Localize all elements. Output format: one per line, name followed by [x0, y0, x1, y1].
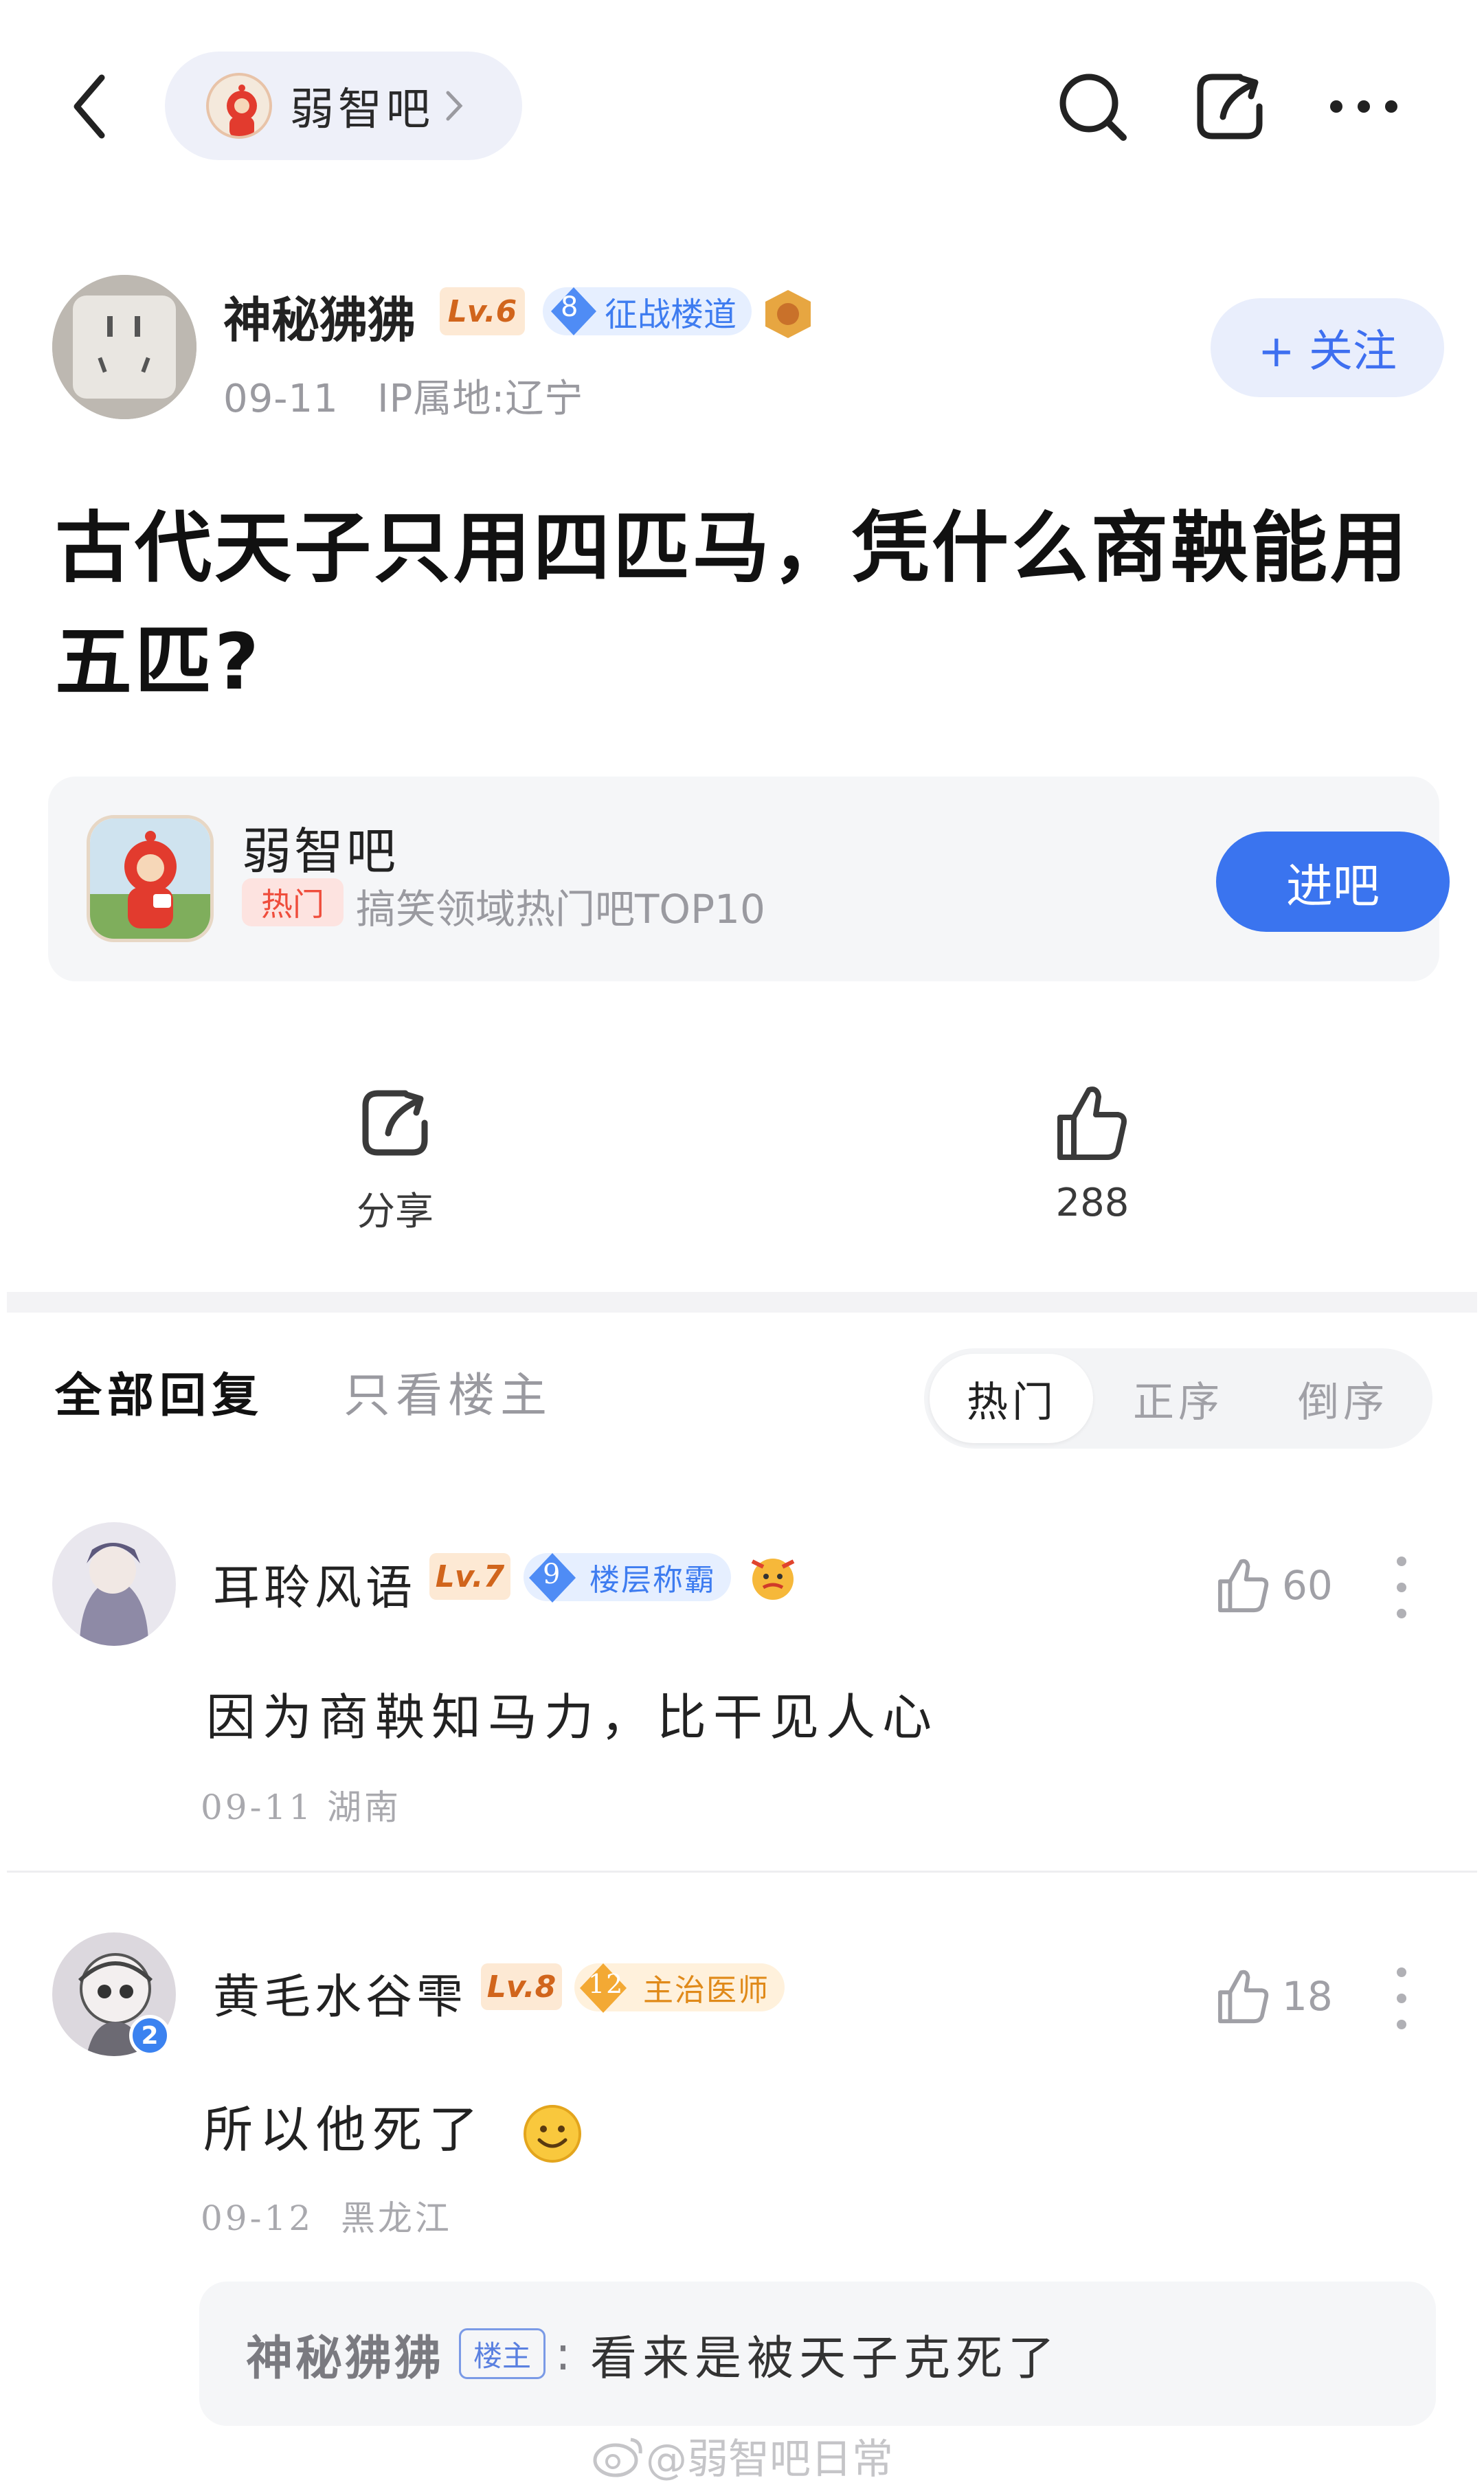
weibo-logo-icon — [593, 2438, 642, 2477]
share-icon — [362, 1090, 428, 1156]
sub-reply-colon: : — [555, 2326, 571, 2381]
forum-avatar-small — [206, 73, 272, 139]
watermark-text: @弱智吧日常 — [646, 2435, 893, 2484]
sub-reply[interactable]: 神秘狒狒 楼主 : 看来是被天子克死了 — [199, 2282, 1436, 2426]
like-action[interactable]: 288 — [1003, 1079, 1182, 1225]
comment-meta: 09-11 湖南 — [201, 1780, 401, 1829]
share-action[interactable]: 分享 — [306, 1079, 484, 1236]
comment-meta: 09-12 黑龙江 — [201, 2191, 452, 2240]
comment-text: 因为商鞅知马力，比干见人心 — [206, 1688, 939, 1746]
tab-all-replies[interactable]: 全部回复 — [55, 1357, 264, 1425]
back-button[interactable] — [62, 65, 117, 148]
post-title: 古代天子只用四匹马，凭什么商鞅能用五匹? — [55, 504, 1410, 707]
comment-like-count: 60 — [1282, 1562, 1333, 1609]
forum-card[interactable]: 弱智吧 热门 搞笑领域热门吧TOP10 进吧 — [48, 777, 1450, 981]
post-date: 09-11 — [223, 377, 339, 421]
comment-text: 所以他死了 — [203, 2089, 583, 2165]
ip-location: IP属地:辽宁 — [377, 377, 584, 421]
search-button[interactable] — [1051, 65, 1134, 148]
forum-name: 弱智吧 — [290, 85, 434, 135]
author-level-badge: Lv.6 — [440, 287, 525, 335]
avatar-badge: 2 — [129, 2015, 170, 2056]
author-title-num: 8 — [561, 291, 578, 323]
comment-text-content: 所以他死了 — [203, 2101, 486, 2159]
thumbs-up-icon — [1218, 1970, 1269, 2024]
hot-tag: 热门 — [242, 878, 344, 926]
smile-emoji-icon — [523, 2105, 581, 2163]
comment-like-button[interactable]: 60 — [1216, 1557, 1333, 1614]
comment-title-text: 主治医师 — [643, 1973, 769, 2008]
comment-title-text: 楼层称霸 — [589, 1563, 716, 1598]
comment-location: 黑龙江 — [340, 2198, 452, 2238]
comment-level-badge: Lv.7 — [429, 1553, 510, 1600]
forum-card-desc: 搞笑领域热门吧TOP10 — [356, 886, 765, 933]
comment-avatar[interactable] — [52, 1522, 176, 1646]
comment-title-num: 12 — [588, 1969, 625, 1999]
sort-hot[interactable]: 热门 — [930, 1348, 1094, 1449]
comment-date: 09-12 — [201, 2198, 314, 2238]
sub-reply-author[interactable]: 神秘狒狒 — [246, 2320, 444, 2388]
comment-title-num: 9 — [543, 1559, 562, 1590]
comment-level-badge: Lv.8 — [481, 1963, 562, 2010]
chevron-right-icon — [446, 91, 463, 121]
tab-op-only[interactable]: 只看楼主 — [344, 1357, 552, 1425]
enter-forum-button[interactable]: 进吧 — [1216, 832, 1450, 932]
watermark: @弱智吧日常 — [591, 2426, 893, 2486]
share-label: 分享 — [357, 1190, 434, 1234]
forum-card-name: 弱智吧 — [242, 823, 399, 880]
more-horizontal-icon — [1330, 100, 1397, 113]
thumbs-up-icon — [1218, 1559, 1269, 1613]
sort-descending[interactable]: 倒序 — [1261, 1348, 1426, 1449]
section-divider — [7, 1292, 1477, 1313]
comment-date: 09-11 — [201, 1787, 314, 1827]
comment-title-badge: 12 主治医师 — [574, 1963, 785, 2013]
comment-author-name[interactable]: 黄毛水谷雫 — [213, 1959, 467, 2027]
author-title-badge: 8 征战楼道 — [543, 287, 752, 335]
author-name[interactable]: 神秘狒狒 — [223, 282, 416, 351]
honeycomb-badge-icon — [765, 290, 811, 338]
comment-like-count: 18 — [1282, 1973, 1333, 2020]
comment-separator — [7, 1871, 1477, 1873]
top-bar: 弱智吧 — [0, 0, 1484, 206]
author-meta: 09-11 IP属地:辽宁 — [223, 368, 583, 423]
more-button[interactable] — [1323, 65, 1405, 148]
comment-more-button[interactable] — [1388, 1967, 1415, 2029]
op-tag: 楼主 — [459, 2328, 546, 2379]
sub-reply-text: 看来是被天子克死了 — [589, 2331, 1060, 2386]
like-count: 288 — [1055, 1181, 1129, 1225]
comment-like-button[interactable]: 18 — [1216, 1967, 1333, 2025]
emoji-badge-icon — [751, 1559, 795, 1600]
forum-link-pill[interactable]: 弱智吧 — [165, 52, 522, 160]
sort-ascending[interactable]: 正序 — [1096, 1348, 1261, 1449]
search-icon — [1059, 74, 1127, 141]
thumbs-up-icon — [1057, 1086, 1127, 1160]
comment-title-badge: 9 楼层称霸 — [524, 1553, 731, 1603]
comment-author-name[interactable]: 耳聆风语 — [213, 1550, 416, 1618]
comment-more-button[interactable] — [1388, 1557, 1415, 1618]
forum-avatar — [87, 815, 214, 942]
share-top-button[interactable] — [1189, 65, 1271, 148]
comment-location: 湖南 — [327, 1787, 402, 1827]
follow-button[interactable]: + 关注 — [1211, 298, 1444, 397]
share-icon — [1197, 74, 1263, 140]
sort-toggle: 热门 正序 倒序 — [924, 1348, 1432, 1449]
author-avatar[interactable] — [52, 275, 196, 419]
comment-avatar[interactable]: 2 — [52, 1932, 176, 2056]
author-title-text: 征战楼道 — [605, 295, 737, 334]
chevron-left-icon — [74, 74, 105, 139]
